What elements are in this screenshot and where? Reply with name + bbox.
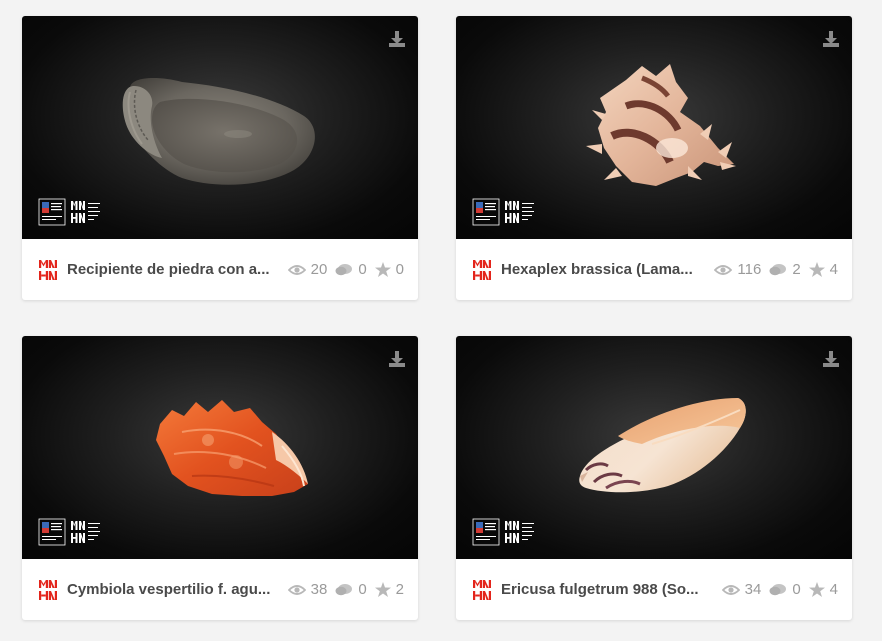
comments-value: 0 <box>358 581 367 598</box>
mnhn-logo[interactable] <box>39 260 57 280</box>
model-stats: 116 2 4 <box>714 261 838 278</box>
model-card[interactable]: Recipiente de piedra con a... 20 0 0 <box>22 16 418 300</box>
star-icon <box>809 582 825 597</box>
views-value: 20 <box>310 261 328 278</box>
model-thumbnail[interactable] <box>456 336 852 559</box>
star-icon <box>375 582 391 597</box>
comments-count: 2 <box>769 261 801 278</box>
download-icon[interactable] <box>388 350 406 368</box>
model-thumbnail[interactable] <box>456 16 852 239</box>
card-meta: Recipiente de piedra con a... 20 0 0 <box>22 239 418 300</box>
eye-icon <box>714 264 732 276</box>
model-title[interactable]: Ericusa fulgetrum 988 (So... <box>501 581 708 598</box>
model-stats: 38 0 2 <box>288 581 404 598</box>
comment-icon <box>335 583 353 597</box>
views-value: 34 <box>744 581 762 598</box>
download-icon[interactable] <box>822 30 840 48</box>
eye-icon <box>722 584 740 596</box>
comment-icon <box>769 263 787 277</box>
mnhn-logo[interactable] <box>39 580 57 600</box>
views-count: 116 <box>714 261 761 278</box>
likes-value: 0 <box>395 261 404 278</box>
comments-count: 0 <box>335 261 367 278</box>
museum-logo-overlay <box>38 518 108 546</box>
model-stats: 20 0 0 <box>288 261 404 278</box>
comments-value: 0 <box>358 261 367 278</box>
model-card[interactable]: Hexaplex brassica (Lama... 116 2 4 <box>456 16 852 300</box>
likes-count[interactable]: 2 <box>375 581 404 598</box>
likes-value: 4 <box>829 581 838 598</box>
mnhn-logo[interactable] <box>473 260 491 280</box>
model-title[interactable]: Cymbiola vespertilio f. agu... <box>67 581 274 598</box>
eye-icon <box>288 264 306 276</box>
card-meta: Cymbiola vespertilio f. agu... 38 0 2 <box>22 559 418 620</box>
star-icon <box>375 262 391 277</box>
model-card[interactable]: Cymbiola vespertilio f. agu... 38 0 2 <box>22 336 418 620</box>
card-meta: Hexaplex brassica (Lama... 116 2 4 <box>456 239 852 300</box>
model-title[interactable]: Hexaplex brassica (Lama... <box>501 261 700 278</box>
model-card[interactable]: Ericusa fulgetrum 988 (So... 34 0 4 <box>456 336 852 620</box>
comments-count: 0 <box>769 581 801 598</box>
comments-value: 0 <box>792 581 801 598</box>
likes-count[interactable]: 4 <box>809 261 838 278</box>
mnhn-logo[interactable] <box>473 580 491 600</box>
museum-logo-overlay <box>472 198 542 226</box>
eye-icon <box>288 584 306 596</box>
likes-value: 4 <box>829 261 838 278</box>
model-thumbnail[interactable] <box>22 16 418 239</box>
views-count: 20 <box>288 261 328 278</box>
comments-value: 2 <box>792 261 801 278</box>
model-title[interactable]: Recipiente de piedra con a... <box>67 261 274 278</box>
views-value: 116 <box>737 261 762 278</box>
model-thumbnail[interactable] <box>22 336 418 559</box>
comment-icon <box>769 583 787 597</box>
views-count: 34 <box>722 581 762 598</box>
views-value: 38 <box>310 581 328 598</box>
views-count: 38 <box>288 581 328 598</box>
comments-count: 0 <box>335 581 367 598</box>
likes-count[interactable]: 0 <box>375 261 404 278</box>
museum-logo-overlay <box>38 198 108 226</box>
card-meta: Ericusa fulgetrum 988 (So... 34 0 4 <box>456 559 852 620</box>
likes-count[interactable]: 4 <box>809 581 838 598</box>
comment-icon <box>335 263 353 277</box>
likes-value: 2 <box>395 581 404 598</box>
download-icon[interactable] <box>822 350 840 368</box>
model-stats: 34 0 4 <box>722 581 838 598</box>
star-icon <box>809 262 825 277</box>
download-icon[interactable] <box>388 30 406 48</box>
museum-logo-overlay <box>472 518 542 546</box>
